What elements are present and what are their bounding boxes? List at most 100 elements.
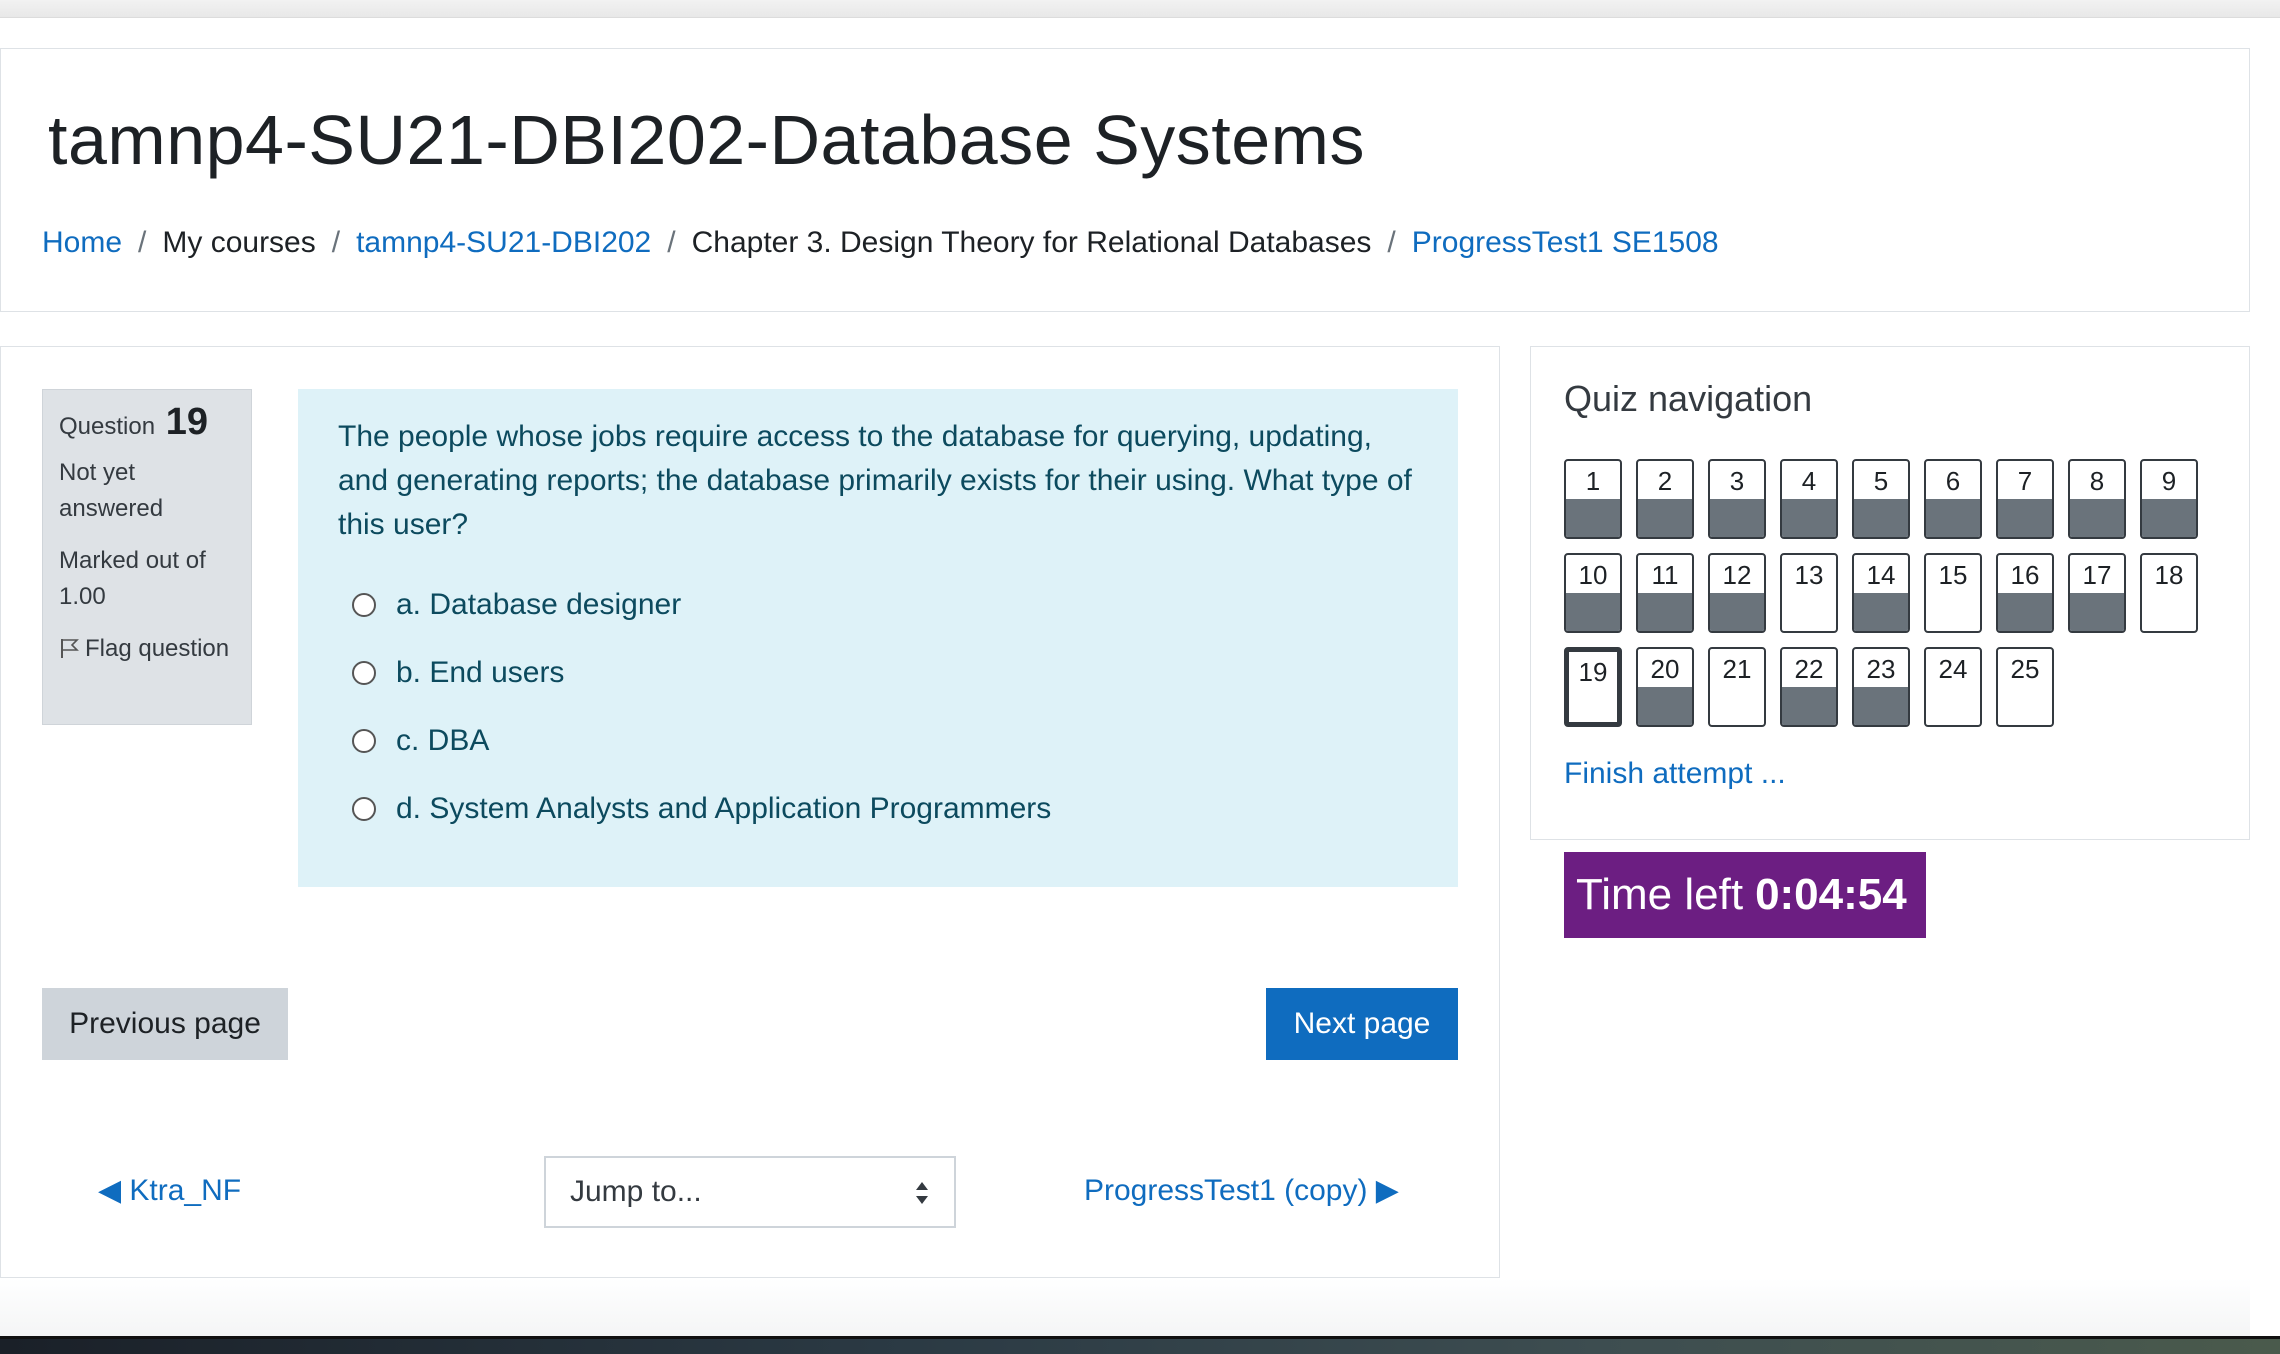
quiz-navigation-grid: 1 2 3 4 5 6 7 8 9 10 11 12 13 14 15 16 17 18 19 20 21 22 23 24 2… — [1564, 459, 2204, 727]
next-activity-link[interactable]: ProgressTest1 (copy) ▶ — [1084, 1173, 1399, 1208]
quiz-nav-number: 22 — [1794, 654, 1824, 684]
page-header — [0, 48, 2250, 312]
question-text: The people whose jobs require access to … — [338, 420, 1412, 541]
quiz-nav-number: 13 — [1794, 560, 1824, 590]
breadcrumb-section: Chapter 3. Design Theory for Relational … — [691, 226, 1372, 259]
timer-label: Time left — [1576, 870, 1744, 919]
quiz-nav-number: 24 — [1938, 654, 1968, 684]
quiz-nav-button-23[interactable]: 23 — [1852, 647, 1910, 727]
browser-top-edge — [0, 0, 2280, 18]
question-state: Not yet answered — [59, 459, 164, 522]
quiz-nav-number: 12 — [1722, 560, 1752, 590]
quiz-nav-button-25[interactable]: 25 — [1996, 647, 2054, 727]
quiz-nav-button-14[interactable]: 14 — [1852, 553, 1910, 633]
flag-question-label: Flag question — [85, 635, 230, 662]
previous-activity-link[interactable]: ◀ Ktra_NF — [98, 1173, 241, 1208]
quiz-nav-number: 2 — [1657, 466, 1673, 496]
quiz-nav-number: 15 — [1938, 560, 1968, 590]
quiz-nav-button-19[interactable]: 19 — [1564, 647, 1622, 727]
quiz-nav-button-2[interactable]: 2 — [1636, 459, 1694, 539]
quiz-nav-number: 8 — [2089, 466, 2105, 496]
breadcrumb-quiz[interactable]: ProgressTest1 SE1508 — [1412, 226, 1719, 260]
breadcrumb-my-courses: My courses — [162, 226, 316, 259]
question-info: Question 19 Not yet answered Marked out … — [42, 389, 252, 725]
jump-to-select[interactable]: Jump to... — [544, 1156, 956, 1228]
quiz-nav-button-15[interactable]: 15 — [1924, 553, 1982, 633]
question-content: The people whose jobs require access to … — [298, 389, 1458, 887]
next-page-button[interactable]: Next page — [1266, 988, 1458, 1060]
quiz-nav-button-4[interactable]: 4 — [1780, 459, 1838, 539]
breadcrumb-separator: / — [138, 226, 147, 259]
quiz-nav-button-20[interactable]: 20 — [1636, 647, 1694, 727]
answer-radio[interactable] — [352, 593, 376, 617]
quiz-nav-button-5[interactable]: 5 — [1852, 459, 1910, 539]
breadcrumb-course[interactable]: tamnp4-SU21-DBI202 — [356, 226, 651, 260]
quiz-nav-button-8[interactable]: 8 — [2068, 459, 2126, 539]
answer-option-a[interactable]: a. Database designer — [352, 571, 1418, 639]
answer-radio[interactable] — [352, 661, 376, 685]
answer-option-c[interactable]: c. DBA — [352, 707, 1418, 775]
quiz-nav-button-9[interactable]: 9 — [2140, 459, 2198, 539]
quiz-nav-button-11[interactable]: 11 — [1636, 553, 1694, 633]
answer-option-b[interactable]: b. End users — [352, 639, 1418, 707]
quiz-nav-button-21[interactable]: 21 — [1708, 647, 1766, 727]
answer-radio[interactable] — [352, 797, 376, 821]
quiz-nav-button-13[interactable]: 13 — [1780, 553, 1838, 633]
quiz-nav-button-16[interactable]: 16 — [1996, 553, 2054, 633]
quiz-nav-number: 18 — [2154, 560, 2184, 590]
answer-label[interactable]: a. Database designer — [396, 583, 681, 627]
quiz-nav-number: 3 — [1729, 466, 1745, 496]
flag-icon — [61, 639, 79, 658]
quiz-navigation-title: Quiz navigation — [1564, 378, 1813, 419]
quiz-nav-button-17[interactable]: 17 — [2068, 553, 2126, 633]
answer-radio[interactable] — [352, 729, 376, 753]
desktop-edge — [0, 1336, 2280, 1354]
quiz-nav-number: 6 — [1945, 466, 1961, 496]
quiz-nav-button-3[interactable]: 3 — [1708, 459, 1766, 539]
quiz-nav-button-12[interactable]: 12 — [1708, 553, 1766, 633]
quiz-nav-number: 17 — [2082, 560, 2112, 590]
quiz-nav-number: 25 — [2010, 654, 2040, 684]
quiz-nav-button-24[interactable]: 24 — [1924, 647, 1982, 727]
answer-label[interactable]: b. End users — [396, 651, 564, 695]
timer-value: 0:04:54 — [1755, 870, 1907, 919]
quiz-nav-number: 4 — [1801, 466, 1817, 496]
breadcrumb-home[interactable]: Home — [42, 226, 122, 260]
question-grade: Marked out of 1.00 — [59, 547, 206, 610]
answer-option-d[interactable]: d. System Analysts and Application Progr… — [352, 775, 1418, 843]
quiz-timer: Time left 0:04:54 — [1564, 852, 1926, 938]
flag-question-toggle[interactable]: Flag question — [59, 631, 235, 667]
answer-label[interactable]: c. DBA — [396, 719, 489, 763]
answer-label[interactable]: d. System Analysts and Application Progr… — [396, 787, 1051, 831]
quiz-nav-number: 16 — [2010, 560, 2040, 590]
quiz-nav-button-22[interactable]: 22 — [1780, 647, 1838, 727]
question-number-label: Question — [59, 413, 156, 440]
jump-to-value: Jump to... — [570, 1175, 702, 1208]
quiz-nav-button-6[interactable]: 6 — [1924, 459, 1982, 539]
quiz-nav-button-10[interactable]: 10 — [1564, 553, 1622, 633]
breadcrumb-separator: / — [331, 226, 341, 259]
question-number: 19 — [165, 401, 209, 443]
quiz-nav-number: 19 — [1578, 657, 1608, 687]
quiz-nav-number: 11 — [1651, 560, 1679, 590]
previous-page-button[interactable]: Previous page — [42, 988, 288, 1060]
quiz-nav-button-1[interactable]: 1 — [1564, 459, 1622, 539]
quiz-nav-number: 10 — [1578, 560, 1608, 590]
quiz-nav-number: 14 — [1866, 560, 1896, 590]
breadcrumb-separator: / — [667, 226, 676, 259]
quiz-nav-number: 20 — [1650, 654, 1680, 684]
quiz-nav-button-7[interactable]: 7 — [1996, 459, 2054, 539]
select-arrows-icon — [916, 1182, 928, 1204]
finish-attempt-link[interactable]: Finish attempt ... — [1564, 757, 1786, 791]
quiz-nav-button-18[interactable]: 18 — [2140, 553, 2198, 633]
answer-list: a. Database designer b. End users c. DBA… — [338, 571, 1418, 843]
quiz-nav-number: 1 — [1585, 466, 1601, 496]
quiz-nav-number: 5 — [1873, 466, 1889, 496]
quiz-nav-number: 7 — [2017, 466, 2033, 496]
quiz-nav-number: 21 — [1722, 654, 1752, 684]
page-bottom — [0, 1278, 2250, 1336]
breadcrumb-separator: / — [1387, 226, 1396, 259]
page-title: tamnp4-SU21-DBI202-Database Systems — [48, 101, 1365, 179]
quiz-nav-number: 9 — [2161, 466, 2177, 496]
breadcrumb: Home / My courses / tamnp4-SU21-DBI202 /… — [42, 226, 1719, 260]
